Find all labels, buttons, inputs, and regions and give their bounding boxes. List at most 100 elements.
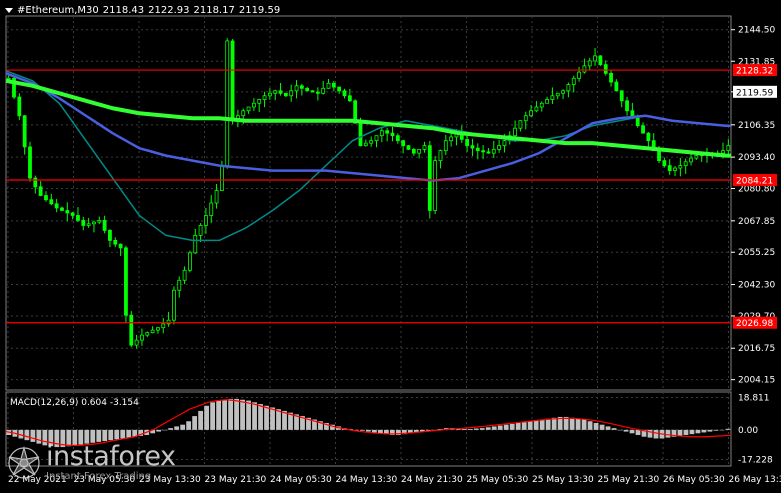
macd-bar — [102, 430, 107, 441]
macd-bar — [252, 402, 257, 430]
candle-body — [482, 151, 485, 152]
candle-body — [146, 333, 149, 335]
candle-body — [327, 83, 330, 88]
macd-bar — [246, 401, 251, 430]
macd-bar — [546, 419, 551, 430]
macd-bar — [468, 429, 473, 430]
candle-body — [210, 203, 213, 215]
level-price-label: 2128.32 — [736, 67, 773, 77]
x-tick-label: 25 May 05:30 — [467, 475, 529, 485]
macd-bar — [168, 428, 173, 430]
x-tick-label: 26 May 05:30 — [663, 475, 725, 485]
macd-bar — [504, 425, 509, 430]
y-tick-label: 2016.75 — [738, 344, 775, 354]
candle-body — [626, 101, 629, 111]
candle-body — [540, 103, 543, 107]
candle-body — [722, 151, 725, 153]
watermark-brand: instaforex — [46, 443, 175, 470]
candle-body — [44, 196, 47, 200]
candle-body — [476, 148, 479, 150]
macd-bar — [654, 430, 659, 439]
macd-bar — [126, 430, 131, 438]
macd-bar — [702, 430, 707, 433]
macd-bar — [552, 418, 557, 430]
macd-bar — [474, 428, 479, 429]
macd-bar — [120, 430, 125, 439]
candle-body — [130, 315, 133, 345]
candle-body — [348, 96, 351, 101]
y-tick-label: 2042.30 — [738, 281, 775, 291]
chart-svg: 22 May 202123 May 05:3023 May 13:3023 Ma… — [0, 0, 781, 489]
macd-bar — [156, 430, 161, 432]
candle-body — [279, 91, 282, 93]
macd-bar — [696, 430, 701, 433]
macd-bar — [528, 421, 533, 430]
macd-bar — [678, 430, 683, 436]
macd-bar — [618, 430, 623, 431]
macd-bar — [228, 399, 233, 430]
y-tick-label: 2055.25 — [738, 248, 775, 258]
candle-body — [156, 328, 159, 330]
candle-body — [514, 128, 517, 135]
macd-bar — [582, 420, 587, 430]
candle-body — [55, 204, 58, 208]
x-tick-label: 24 May 21:30 — [401, 475, 463, 485]
candle-body — [215, 191, 218, 203]
candle-body — [124, 248, 127, 315]
macd-bar — [24, 430, 29, 440]
macd-bar — [36, 430, 41, 444]
macd-bar — [612, 428, 617, 430]
candle-body — [162, 324, 165, 328]
macd-bar — [498, 426, 503, 430]
macd-bar — [264, 406, 269, 430]
candle-body — [71, 213, 74, 215]
macd-y-tick-label: -17.228 — [738, 456, 773, 466]
candle-body — [615, 82, 618, 91]
candles-group — [7, 38, 730, 349]
candle-body — [284, 93, 287, 95]
candle-body — [66, 210, 69, 212]
symbol-menu-icon[interactable] — [5, 8, 13, 13]
macd-bar — [636, 430, 641, 435]
macd-bar — [588, 421, 593, 430]
y-tick-label: 2067.85 — [738, 217, 775, 227]
candle-body — [76, 215, 79, 220]
y-tick-label: 2106.35 — [738, 121, 775, 131]
candle-body — [316, 92, 319, 93]
candle-body — [332, 83, 335, 87]
level-price-label: 2026.98 — [736, 319, 773, 329]
macd-bar — [192, 416, 197, 430]
macd-bar — [222, 400, 227, 430]
candle-body — [636, 118, 639, 125]
candle-body — [140, 335, 143, 340]
candle-body — [402, 141, 405, 146]
ohlc-open: 2118.43 — [103, 5, 144, 16]
candle-body — [50, 200, 53, 204]
candle-body — [620, 91, 623, 101]
macd-bar — [108, 430, 113, 440]
candle-body — [434, 161, 437, 211]
candle-body — [567, 85, 570, 91]
candle-body — [359, 123, 362, 145]
candle-body — [674, 168, 677, 170]
candle-body — [551, 96, 554, 100]
watermark: instaforex Instant Forex Trading — [6, 443, 175, 482]
candle-body — [663, 161, 666, 166]
candle-body — [466, 139, 469, 145]
candle-body — [300, 86, 303, 88]
candle-body — [572, 78, 575, 84]
candle-body — [226, 41, 229, 166]
candle-body — [98, 220, 101, 222]
candle-body — [556, 93, 559, 95]
macd-bar — [666, 430, 671, 438]
candle-body — [562, 91, 565, 93]
candle-body — [183, 270, 186, 280]
macd-bar — [360, 430, 365, 431]
macd-y-tick-label: 18.811 — [738, 393, 770, 403]
candle-body — [642, 126, 645, 133]
macd-bar — [258, 404, 263, 430]
candle-body — [370, 141, 373, 143]
candle-body — [519, 121, 522, 128]
candle-body — [34, 178, 37, 187]
candle-body — [364, 143, 367, 145]
